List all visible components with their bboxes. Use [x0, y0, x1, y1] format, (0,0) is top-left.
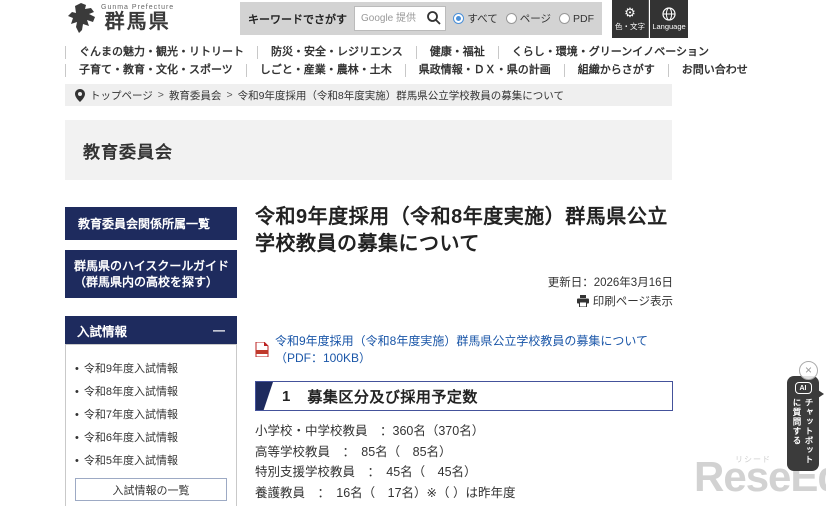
- line-highschool: 高等学校教員 ： 85名（ 85名）: [255, 444, 452, 459]
- sidebar-accordion-exam-info[interactable]: 入試情報 —: [65, 316, 237, 344]
- gunma-logo[interactable]: Gunma Prefecture 群馬県: [67, 2, 174, 34]
- breadcrumb-home[interactable]: トップページ: [90, 88, 153, 103]
- globe-icon: [662, 7, 676, 21]
- nav-item-government[interactable]: 県政情報・ＤＸ・県の計画: [404, 63, 564, 77]
- search-icon[interactable]: [426, 10, 442, 26]
- sidebar-accordion-body: 令和9年度入試情報 令和8年度入試情報 令和7年度入試情報 令和6年度入試情報 …: [65, 344, 237, 506]
- radio-dot: [505, 13, 517, 24]
- sidebar: 教育委員会関係所属一覧 群馬県のハイスクールガイド （群馬県内の高校を探す） 入…: [65, 207, 237, 506]
- sidebar-item-r5-exam[interactable]: 令和5年度入試情報: [75, 452, 227, 468]
- recruitment-numbers: 小学校・中学校教員 ：360名（370名） 高等学校教員 ： 85名（ 85名）…: [255, 421, 673, 506]
- site-header: Gunma Prefecture 群馬県 キーワードでさがす すべて ページ P…: [0, 0, 826, 38]
- sidebar-link-departments[interactable]: 教育委員会関係所属一覧: [65, 207, 237, 240]
- map-pin-icon: [75, 88, 85, 102]
- accordion-title: 入試情報: [77, 324, 128, 339]
- nav-item-organization[interactable]: 組織からさがす: [563, 63, 668, 77]
- gear-icon: ⚙: [624, 5, 636, 20]
- sidebar-item-r6-exam[interactable]: 令和6年度入試情報: [75, 429, 227, 445]
- ai-chat-icon: AI: [794, 382, 812, 394]
- global-nav: ぐんまの魅力・観光・リトリート 防災・安全・レジリエンス 健康・福祉 くらし・環…: [65, 44, 748, 80]
- breadcrumb-separator: >: [226, 89, 233, 101]
- nav-item-childcare[interactable]: 子育て・教育・文化・スポーツ: [65, 63, 246, 77]
- page-title: 令和9年度採用（令和8年度実施）群馬県公立学校教員の募集について: [255, 206, 668, 255]
- breadcrumb-current: 令和9年度採用（令和8年度実施）群馬県公立学校教員の募集について: [237, 89, 564, 102]
- section-accent-shape: [256, 382, 273, 410]
- meta-block: 更新日：2026年3月16日 印刷ページ表示: [255, 274, 673, 310]
- gunma-prefecture-shape-icon: [67, 2, 97, 34]
- chatbot-tab[interactable]: AI チャットボットに質問する: [787, 376, 824, 471]
- radio-dot: [559, 13, 570, 24]
- page: Gunma Prefecture 群馬県 キーワードでさがす すべて ページ P…: [0, 0, 826, 506]
- nav-item-living[interactable]: くらし・環境・グリーンイノベーション: [497, 45, 722, 59]
- language-button[interactable]: Language: [650, 0, 688, 38]
- radio-search-all[interactable]: すべて: [453, 11, 498, 26]
- updated-date: 更新日：2026年3月16日: [547, 277, 673, 289]
- color-text-settings-button[interactable]: ⚙ 色・文字: [612, 0, 649, 38]
- print-page-link[interactable]: 印刷ページ表示: [576, 293, 673, 309]
- logo-title: 群馬県: [104, 10, 171, 33]
- chatbot-close-button[interactable]: ×: [799, 361, 818, 380]
- radio-dot: [453, 13, 465, 24]
- search-bar: キーワードでさがす すべて ページ PDF: [240, 2, 602, 35]
- section-number: 1: [282, 387, 291, 405]
- watermark-ruby: リシード: [735, 455, 771, 464]
- banner-title: 教育委員会: [83, 142, 173, 162]
- section-heading: 1 募集区分及び採用予定数: [255, 381, 673, 411]
- printer-icon: [576, 295, 589, 307]
- nav-item-industry[interactable]: しごと・産業・農林・土木: [245, 63, 405, 77]
- line-special-support: 特別支援学校教員 ： 45名（ 45名）: [255, 465, 477, 479]
- breadcrumb-separator: >: [157, 89, 164, 101]
- line-nursing: 養護教員 ： 16名（ 17名）※（ ）は昨年度: [255, 485, 516, 500]
- nav-item-attraction[interactable]: ぐんまの魅力・観光・リトリート: [65, 45, 257, 59]
- radio-search-page[interactable]: ページ: [505, 11, 551, 26]
- chatbot-label: チャットボットに質問する: [792, 398, 814, 465]
- logo-subtitle: Gunma Prefecture: [101, 3, 175, 11]
- exam-info-list-button[interactable]: 入試情報の一覧: [75, 478, 227, 501]
- section-banner: 教育委員会: [65, 120, 672, 180]
- sidebar-item-r9-exam[interactable]: 令和9年度入試情報: [75, 360, 227, 376]
- nav-item-contact[interactable]: お問い合わせ: [667, 63, 761, 77]
- sidebar-item-r8-exam[interactable]: 令和8年度入試情報: [75, 383, 227, 399]
- nav-item-health[interactable]: 健康・福祉: [415, 45, 498, 59]
- nav-item-disaster[interactable]: 防災・安全・レジリエンス: [257, 45, 416, 59]
- radio-search-pdf[interactable]: PDF: [559, 13, 594, 25]
- breadcrumb: トップページ > 教育委員会 > 令和9年度採用（令和8年度実施）群馬県公立学校…: [65, 84, 672, 106]
- sidebar-item-r7-exam[interactable]: 令和7年度入試情報: [75, 406, 227, 422]
- pdf-row: 令和9年度採用（令和8年度実施）群馬県公立学校教員の募集について （PDF：10…: [255, 332, 673, 366]
- pdf-file-icon: [255, 341, 269, 357]
- sidebar-link-highschool-guide[interactable]: 群馬県のハイスクールガイド （群馬県内の高校を探す）: [65, 250, 237, 298]
- collapse-icon: —: [213, 323, 225, 337]
- search-label: キーワードでさがす: [248, 13, 347, 26]
- pdf-link[interactable]: 令和9年度採用（令和8年度実施）群馬県公立学校教員の募集について （PDF：10…: [275, 332, 673, 366]
- line-elementary-junior: 小学校・中学校教員 ：360名（370名）: [255, 424, 485, 438]
- main-content: 令和9年度採用（令和8年度実施）群馬県公立学校教員の募集について 更新日：202…: [255, 204, 673, 506]
- breadcrumb-section[interactable]: 教育委員会: [169, 88, 222, 103]
- section-title: 募集区分及び採用予定数: [307, 388, 478, 406]
